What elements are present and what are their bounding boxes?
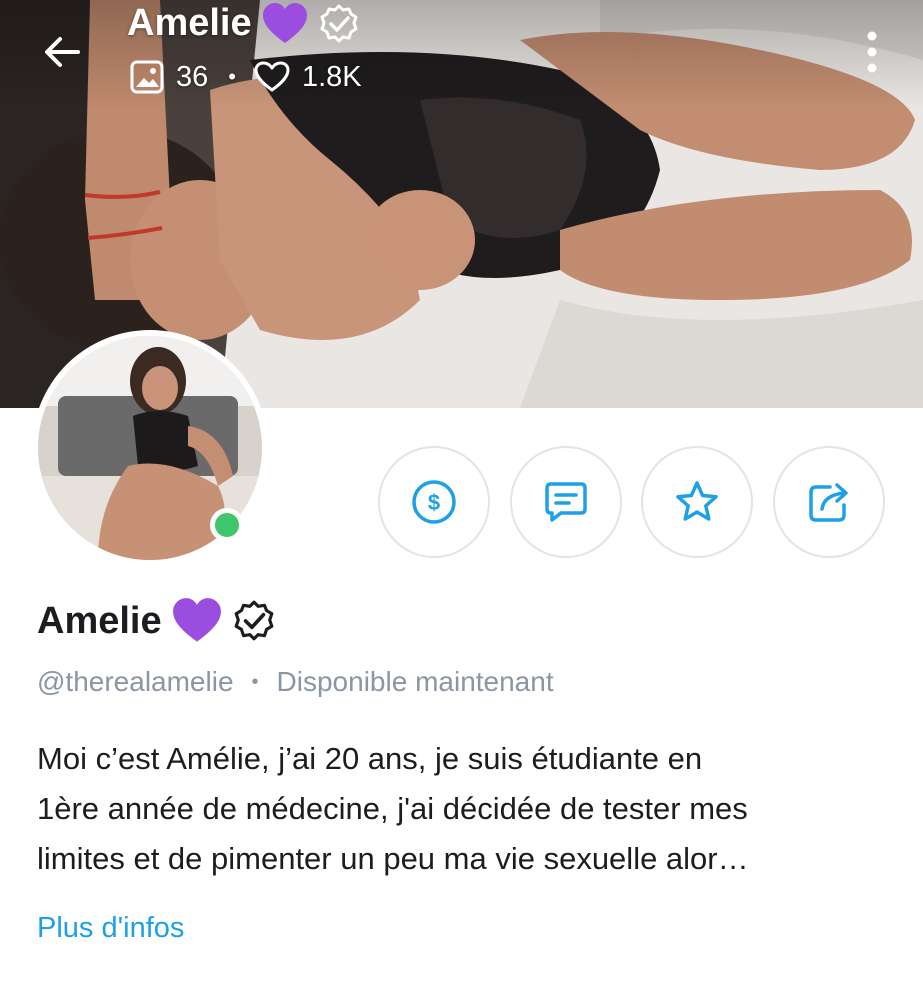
share-button[interactable]	[773, 446, 885, 558]
media-stat: 36	[130, 60, 208, 94]
heart-outline-icon	[254, 61, 290, 92]
meta-separator: •	[251, 670, 259, 693]
profile-page: Amelie 36 • 1.8K $ Amelie @therealamelie…	[0, 0, 923, 990]
header-name: Amelie	[127, 2, 252, 44]
profile-name-text: Amelie	[37, 599, 162, 642]
arrow-left-icon	[45, 37, 80, 67]
more-options-button[interactable]	[852, 26, 892, 78]
online-status-dot	[210, 508, 244, 542]
profile-meta: @therealamelie • Disponible maintenant	[37, 666, 554, 698]
tip-button[interactable]: $	[378, 446, 490, 558]
message-button[interactable]	[510, 446, 622, 558]
image-icon	[130, 60, 164, 94]
bio-line: limites et de pimenter un peu ma vie sex…	[37, 841, 749, 876]
star-icon	[676, 481, 718, 521]
media-count: 36	[176, 60, 209, 93]
dollar-icon: $	[412, 480, 456, 524]
header-title: Amelie	[127, 2, 360, 45]
bio-line: 1ère année de médecine, j'ai décidée de …	[37, 791, 748, 826]
message-icon	[545, 482, 587, 522]
svg-text:$: $	[428, 490, 440, 515]
availability-status: Disponible maintenant	[276, 666, 554, 697]
username: @therealamelie	[37, 666, 234, 697]
verified-badge-icon	[320, 4, 358, 42]
profile-name: Amelie	[37, 598, 276, 644]
more-vertical-icon	[867, 31, 877, 73]
share-icon	[809, 483, 848, 522]
purple-heart-icon	[172, 598, 221, 642]
back-button[interactable]	[38, 28, 86, 76]
bio-line: Moi c’est Amélie, j’ai 20 ans, je suis é…	[37, 741, 703, 776]
verified-badge-icon	[234, 600, 274, 641]
likes-stat: 1.8K	[254, 61, 362, 94]
bio-text: Moi c’est Amélie, j’ai 20 ans, je suis é…	[37, 734, 897, 884]
likes-count: 1.8K	[301, 60, 362, 93]
favorite-button[interactable]	[641, 446, 753, 558]
more-info-link[interactable]: Plus d'infos	[37, 912, 184, 945]
header-stats: 36 • 1.8K	[130, 60, 362, 94]
stats-separator: •	[228, 64, 236, 89]
purple-heart-icon	[262, 2, 307, 43]
